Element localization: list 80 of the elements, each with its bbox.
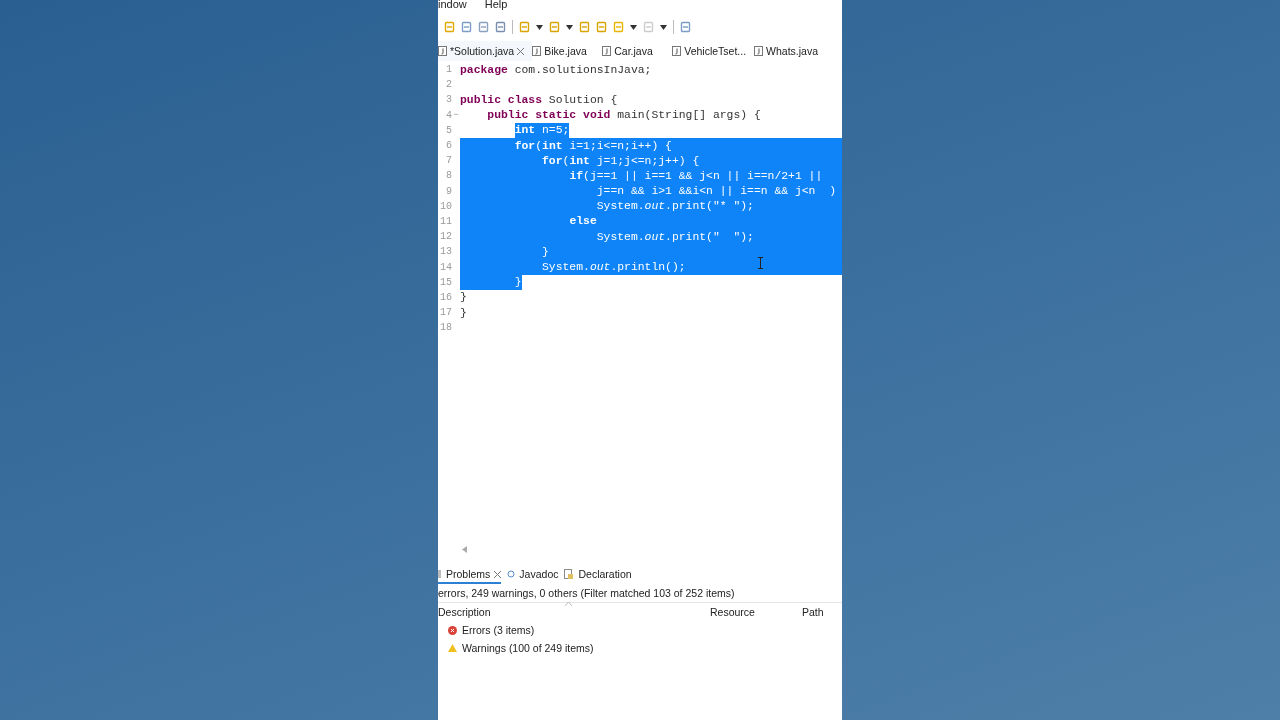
java-file-icon bbox=[602, 46, 612, 56]
toolbar-icon[interactable] bbox=[613, 21, 624, 33]
toolbar-icon[interactable] bbox=[596, 21, 607, 33]
java-file-icon bbox=[754, 46, 764, 56]
editor-tab[interactable]: Car.java bbox=[602, 41, 673, 61]
java-file-icon bbox=[672, 46, 682, 56]
problem-group-label: Warnings (100 of 249 items) bbox=[462, 642, 594, 654]
editor-tab[interactable]: Bike.java bbox=[532, 41, 603, 61]
dropdown-caret-icon[interactable] bbox=[630, 24, 637, 30]
line-number: 16 bbox=[439, 291, 452, 303]
menu-item[interactable]: Help bbox=[484, 0, 508, 10]
code-text: } bbox=[514, 276, 522, 289]
line-number: 4 bbox=[445, 109, 452, 121]
code-text: System.out.print(" "); bbox=[596, 230, 754, 243]
line-number: 12 bbox=[439, 231, 452, 243]
line-number: 9 bbox=[445, 185, 452, 197]
code-text: System.out.println(); bbox=[542, 261, 686, 274]
toolbar-icon[interactable] bbox=[444, 21, 455, 33]
column-header[interactable]: Description bbox=[438, 606, 710, 618]
code-text: public static void main(String[] args) { bbox=[487, 109, 761, 122]
editor-tab[interactable]: Whats.java bbox=[754, 41, 827, 61]
toolbar-icon[interactable] bbox=[495, 21, 506, 33]
line-number: 13 bbox=[439, 246, 452, 258]
java-file-icon bbox=[532, 46, 542, 56]
panel-tab[interactable]: Declaration bbox=[564, 566, 632, 584]
panel-tab[interactable]: Javadoc bbox=[507, 566, 559, 584]
document-icon bbox=[564, 568, 575, 580]
dropdown-caret-icon[interactable] bbox=[536, 24, 543, 30]
code-text: } bbox=[460, 291, 467, 304]
code-text: j==n && i>1 &&i<n || i==n && j<n ) bbox=[596, 185, 836, 198]
column-header[interactable]: Path bbox=[802, 606, 842, 618]
problem-group-label: Errors (3 items) bbox=[462, 624, 535, 636]
line-number: 8 bbox=[445, 170, 452, 182]
java-file-icon bbox=[438, 46, 447, 56]
toolbar-icon[interactable] bbox=[680, 21, 691, 33]
line-number: 14 bbox=[439, 261, 452, 273]
code-text: for(int j=1;j<=n;j++) { bbox=[542, 154, 700, 167]
close-icon[interactable] bbox=[494, 570, 502, 578]
toolbar-icon[interactable] bbox=[643, 21, 654, 33]
line-number: 3 bbox=[445, 94, 452, 106]
toolbar-icon[interactable] bbox=[579, 21, 590, 33]
toolbar-icon[interactable] bbox=[519, 21, 530, 33]
code-text: for(int i=1;i<=n;i++) { bbox=[514, 139, 672, 152]
code-text: else bbox=[569, 215, 597, 228]
code-text: System.out.print("* "); bbox=[596, 200, 754, 213]
menu-item[interactable]: indow bbox=[438, 0, 467, 10]
toolbar-icon[interactable] bbox=[461, 21, 472, 33]
line-number: 15 bbox=[439, 276, 452, 288]
panel-tab[interactable]: Problems bbox=[438, 566, 502, 584]
sort-caret-icon bbox=[565, 602, 572, 606]
code-text: } bbox=[460, 306, 467, 319]
code-text: } bbox=[542, 245, 549, 258]
text-cursor-icon bbox=[758, 257, 763, 269]
problem-group-row[interactable]: Warnings (100 of 249 items) bbox=[438, 639, 842, 657]
code-text: package com.solutionsInJava; bbox=[460, 63, 652, 76]
column-header[interactable]: Resource bbox=[710, 606, 802, 618]
line-number: 2 bbox=[445, 79, 452, 91]
error-icon bbox=[448, 625, 457, 635]
dropdown-caret-icon[interactable] bbox=[660, 24, 667, 30]
line-number: 11 bbox=[439, 215, 452, 227]
problem-group-row[interactable]: Errors (3 items) bbox=[438, 621, 842, 639]
code-text: public class Solution { bbox=[460, 93, 618, 106]
warning-icon bbox=[448, 644, 457, 652]
line-number: 10 bbox=[439, 200, 452, 212]
line-number: 17 bbox=[439, 307, 452, 319]
code-text: if(j==1 || i==1 && j<n || i==n/2+1 || bbox=[569, 169, 823, 182]
line-number: 18 bbox=[439, 322, 452, 334]
editor-tab[interactable]: VehicleTset... bbox=[672, 41, 755, 61]
line-number: 1 bbox=[445, 64, 452, 76]
code-text: int n=5; bbox=[514, 124, 570, 137]
toolbar-icon[interactable] bbox=[549, 21, 560, 33]
toolbar-icon[interactable] bbox=[478, 21, 489, 33]
editor-tab[interactable]: *Solution.java bbox=[438, 41, 533, 61]
line-number: 5 bbox=[445, 124, 452, 136]
problems-summary: errors, 249 warnings, 0 others (Filter matched 103 of 252 items) bbox=[438, 584, 842, 603]
dropdown-caret-icon[interactable] bbox=[566, 24, 573, 30]
line-number: 7 bbox=[445, 155, 452, 167]
line-number: 6 bbox=[445, 140, 452, 152]
scroll-left-icon[interactable] bbox=[462, 545, 467, 553]
close-icon[interactable] bbox=[517, 47, 525, 55]
